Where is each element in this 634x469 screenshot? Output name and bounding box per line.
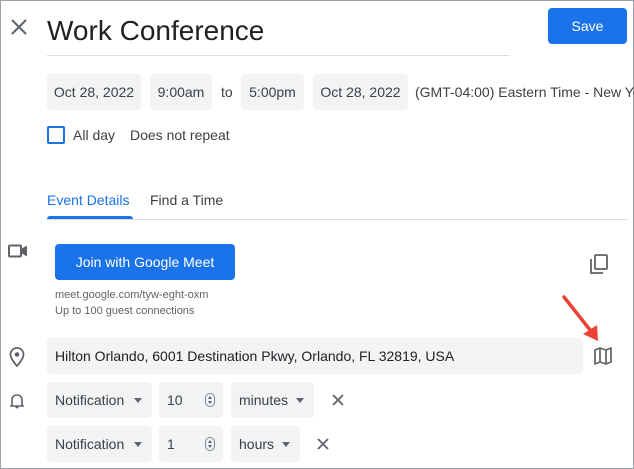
close-button[interactable]	[7, 15, 31, 39]
meet-guest-limit: Up to 100 guest connections	[55, 305, 195, 317]
location-input[interactable]: Hilton Orlando, 6001 Destination Pkwy, O…	[47, 338, 583, 374]
dropdown-arrow-icon	[134, 441, 142, 447]
map-icon[interactable]	[592, 346, 614, 366]
notification-unit-label: hours	[239, 436, 275, 452]
remove-notification-button[interactable]	[328, 390, 348, 410]
notification-unit-select[interactable]: hours	[231, 426, 300, 462]
stepper-icon[interactable]	[205, 393, 215, 407]
notification-amount-value: 10	[167, 392, 183, 408]
tabs-divider	[47, 219, 627, 220]
notification-type-label: Notification	[55, 436, 125, 452]
remove-notification-button[interactable]	[313, 434, 333, 454]
event-title-input[interactable]: Work Conference	[47, 11, 509, 56]
notification-amount-input[interactable]: 1	[159, 426, 223, 462]
clear-icon	[317, 438, 329, 450]
notification-type-label: Notification	[55, 392, 125, 408]
stepper-icon[interactable]	[205, 437, 215, 451]
timezone-selector[interactable]: (GMT-04:00) Eastern Time - New York	[415, 74, 634, 110]
join-google-meet-button[interactable]: Join with Google Meet	[55, 244, 235, 280]
start-date-field[interactable]: Oct 28, 2022	[47, 74, 141, 110]
notification-type-select[interactable]: Notification	[47, 426, 152, 462]
all-day-checkbox[interactable]	[47, 126, 65, 144]
dropdown-arrow-icon	[296, 397, 304, 403]
end-date-field[interactable]: Oct 28, 2022	[313, 74, 408, 110]
notification-unit-select[interactable]: minutes	[231, 382, 314, 418]
notification-amount-value: 1	[167, 436, 175, 452]
start-time-field[interactable]: 9:00am	[150, 74, 212, 110]
clear-icon	[332, 394, 344, 406]
notification-amount-input[interactable]: 10	[159, 382, 223, 418]
all-day-label: All day	[73, 127, 116, 143]
notification-type-select[interactable]: Notification	[47, 382, 152, 418]
dropdown-arrow-icon	[134, 397, 142, 403]
copy-icon[interactable]	[588, 253, 610, 275]
notification-unit-label: minutes	[239, 392, 289, 408]
close-icon	[11, 19, 27, 35]
location-pin-icon	[7, 346, 27, 368]
to-label: to	[221, 84, 233, 100]
tab-event-details[interactable]: Event Details	[47, 191, 129, 209]
bell-icon	[8, 391, 26, 411]
save-button[interactable]: Save	[548, 8, 627, 44]
dropdown-arrow-icon	[282, 441, 290, 447]
repeat-selector[interactable]: Does not repeat	[130, 126, 230, 144]
meet-link[interactable]: meet.google.com/tyw-eght-oxm	[55, 289, 208, 301]
video-camera-icon	[7, 242, 29, 260]
tab-find-a-time[interactable]: Find a Time	[150, 191, 223, 209]
end-time-field[interactable]: 5:00pm	[241, 74, 304, 110]
